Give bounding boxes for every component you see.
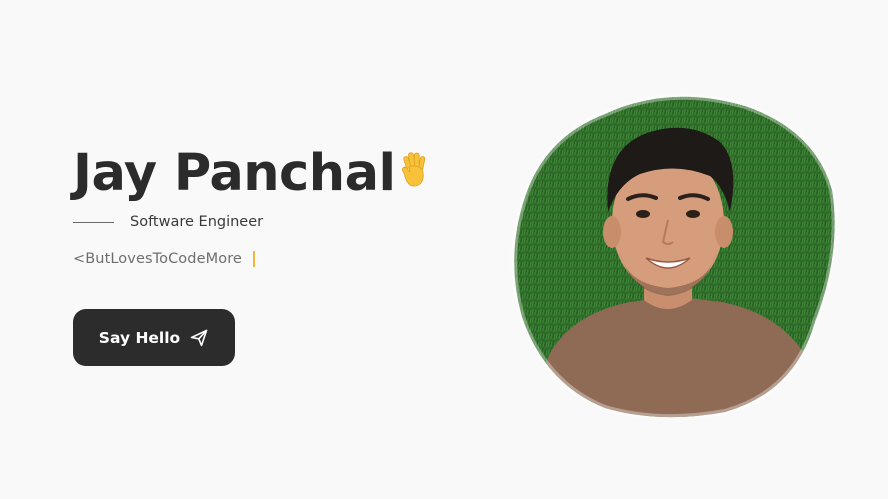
typing-row: <ButLovesToCodeMore [73, 251, 493, 267]
profile-photo [510, 92, 840, 418]
say-hello-label: Say Hello [98, 328, 181, 347]
typing-text: <ButLovesToCodeMore [73, 251, 242, 267]
subtitle-row: Software Engineer [73, 214, 493, 230]
hero-subtitle: Software Engineer [130, 214, 264, 230]
hero-name: Jay Panchal [73, 143, 396, 203]
name-row: Jay Panchal [73, 138, 493, 208]
waving-hand-icon [398, 152, 432, 188]
avatar [511, 93, 838, 418]
subtitle-divider [73, 221, 114, 223]
say-hello-button[interactable]: Say Hello [73, 309, 235, 366]
hero-intro: Jay Panchal Software Engineer <ButLovesT… [73, 138, 493, 267]
send-icon [189, 328, 209, 348]
typing-caret [252, 251, 255, 267]
